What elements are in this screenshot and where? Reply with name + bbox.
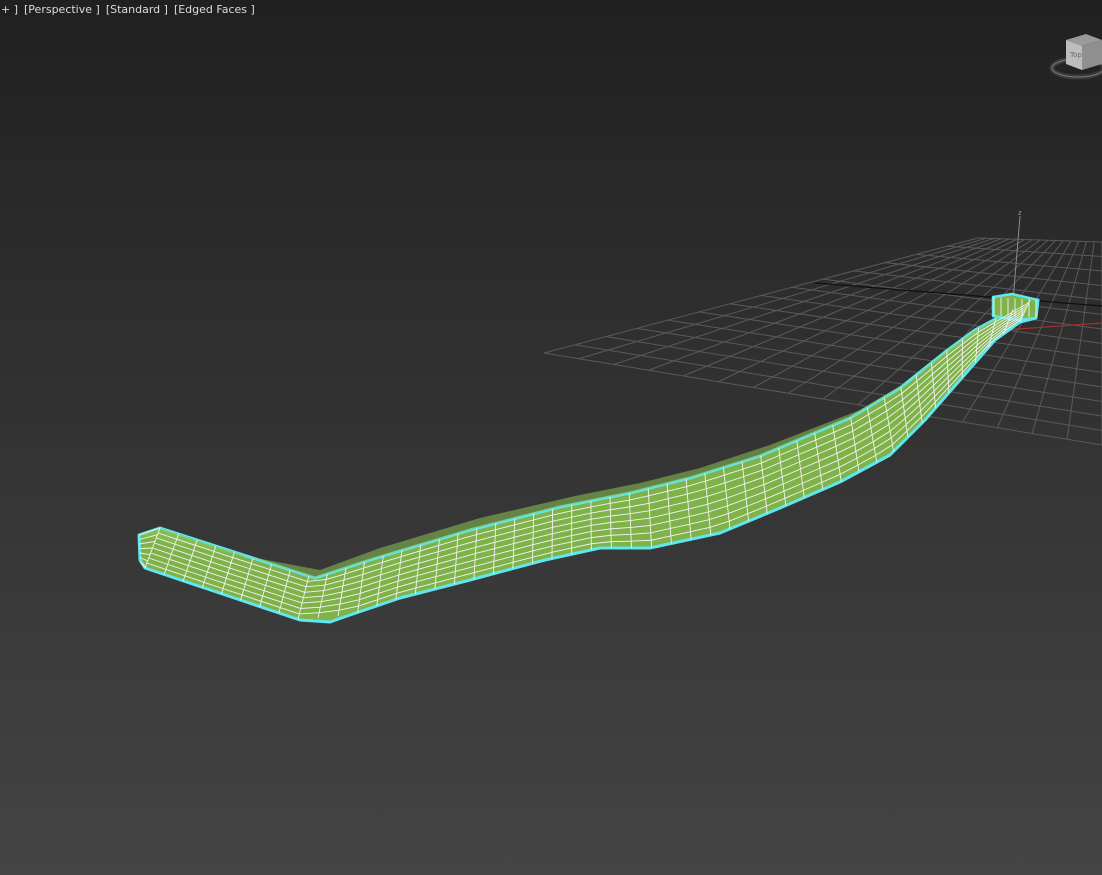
mesh-body[interactable]	[137, 298, 1040, 624]
mesh-edge	[152, 310, 1026, 599]
viewport-display-menu[interactable]: [Edged Faces ]	[173, 3, 256, 16]
viewport-general-menu[interactable]: + ]	[0, 3, 19, 16]
grid-line	[543, 237, 979, 354]
viewport-label-menu: + ] [Perspective ] [Standard ] [Edged Fa…	[0, 0, 256, 18]
grid-line	[1066, 241, 1095, 440]
selected-mesh-object[interactable]	[137, 292, 1040, 624]
viewcube[interactable]: Top	[1048, 28, 1102, 84]
home-grid	[543, 237, 1102, 446]
perspective-viewport[interactable]: + ] [Perspective ] [Standard ] [Edged Fa…	[0, 0, 1102, 875]
grid-line	[578, 237, 986, 360]
viewport-shading-menu[interactable]: [Standard ]	[105, 3, 169, 16]
grid-axis-lines	[814, 282, 1102, 333]
z-axis-label: z	[1018, 209, 1022, 217]
grid-line	[996, 241, 1080, 428]
viewcube-face-label: Top	[1069, 51, 1082, 59]
mesh-edge	[139, 547, 154, 549]
mesh-end-cap	[991, 292, 1040, 322]
viewport-point-of-view-menu[interactable]: [Perspective ]	[23, 3, 101, 16]
scene-canvas[interactable]: z	[0, 0, 1102, 875]
mesh-edge	[150, 313, 1024, 604]
grid-line	[613, 238, 994, 365]
mesh-edged-faces	[138, 297, 1037, 620]
